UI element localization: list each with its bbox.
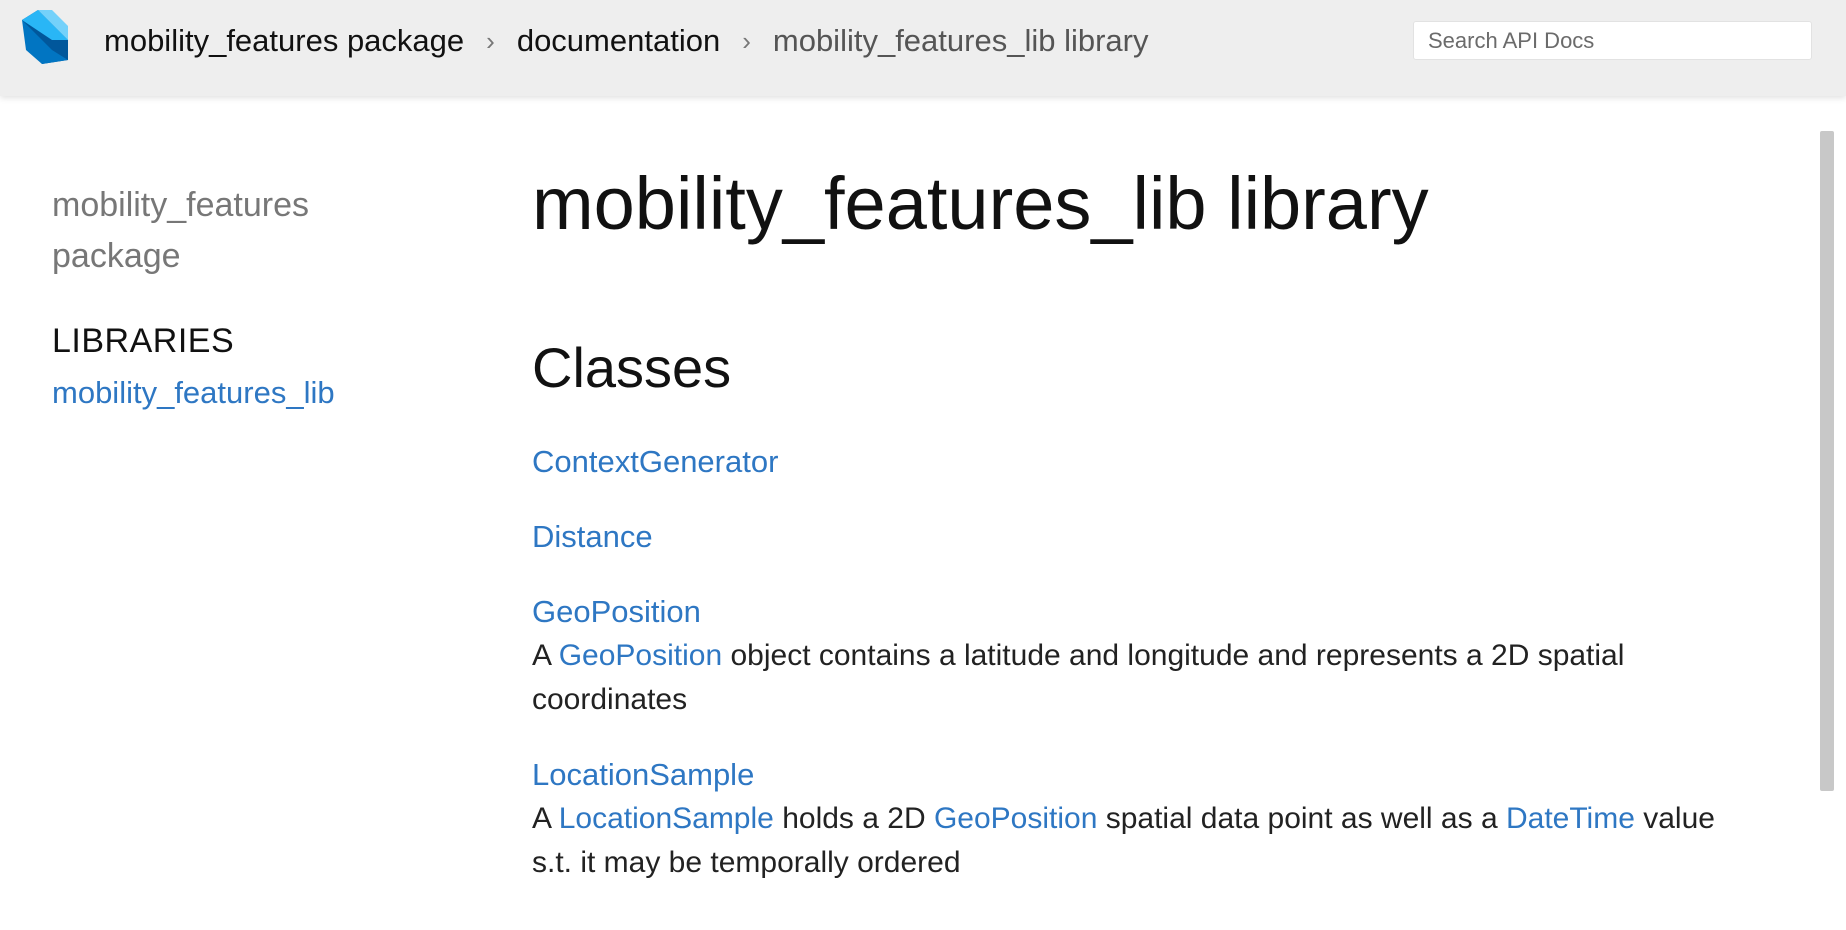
sidebar-package-name: mobility_features bbox=[52, 186, 310, 224]
desc-link-geoposition[interactable]: GeoPosition bbox=[559, 639, 722, 672]
breadcrumb-current-page: mobility_features_lib library bbox=[772, 23, 1149, 58]
breadcrumb-documentation-link[interactable]: documentation bbox=[517, 23, 720, 59]
class-item: ContextGenerator bbox=[532, 440, 1722, 484]
sidebar-package-name-suffix: package bbox=[52, 237, 181, 275]
top-navigation-bar: mobility_features package › documentatio… bbox=[0, 0, 1846, 96]
desc-text: A bbox=[532, 802, 559, 835]
class-description: A LocationSample holds a 2D GeoPosition … bbox=[532, 797, 1722, 885]
class-link-contextgenerator[interactable]: ContextGenerator bbox=[532, 440, 778, 484]
libraries-heading: LIBRARIES bbox=[52, 322, 235, 360]
desc-text: holds a 2D bbox=[773, 802, 934, 835]
desc-link-locationsample[interactable]: LocationSample bbox=[559, 802, 774, 835]
classes-section-title: Classes bbox=[532, 336, 732, 399]
class-item: Distance bbox=[532, 515, 1722, 559]
page-title: mobility_features_lib library bbox=[532, 162, 1429, 245]
main-content: mobility_features_lib library Classes Co… bbox=[532, 156, 1722, 916]
desc-text: A bbox=[532, 639, 559, 672]
class-description: A GeoPosition object contains a latitude… bbox=[532, 634, 1722, 722]
chevron-right-icon: › bbox=[486, 25, 495, 56]
scrollbar-thumb[interactable] bbox=[1820, 131, 1834, 791]
chevron-right-icon: › bbox=[742, 25, 751, 56]
class-item: GeoPosition A GeoPosition object contain… bbox=[532, 590, 1722, 722]
class-item: LocationSample A LocationSample holds a … bbox=[532, 753, 1722, 885]
dart-logo-icon[interactable] bbox=[12, 6, 72, 66]
desc-link-datetime[interactable]: DateTime bbox=[1506, 802, 1635, 835]
breadcrumb: mobility_features package › documentatio… bbox=[104, 18, 1148, 64]
sidebar-item-mobility-features-lib[interactable]: mobility_features_lib bbox=[52, 375, 382, 411]
desc-text: spatial data point as well as a bbox=[1097, 802, 1506, 835]
sidebar: mobility_features package LIBRARIES mobi… bbox=[52, 180, 382, 411]
class-link-locationsample[interactable]: LocationSample bbox=[532, 753, 754, 797]
desc-link-geoposition[interactable]: GeoPosition bbox=[934, 802, 1097, 835]
breadcrumb-package-link[interactable]: mobility_features package bbox=[104, 23, 464, 59]
class-list: ContextGenerator Distance GeoPosition A … bbox=[532, 440, 1722, 885]
search-input[interactable] bbox=[1413, 21, 1812, 60]
class-link-distance[interactable]: Distance bbox=[532, 515, 653, 559]
class-link-geoposition[interactable]: GeoPosition bbox=[532, 590, 701, 634]
